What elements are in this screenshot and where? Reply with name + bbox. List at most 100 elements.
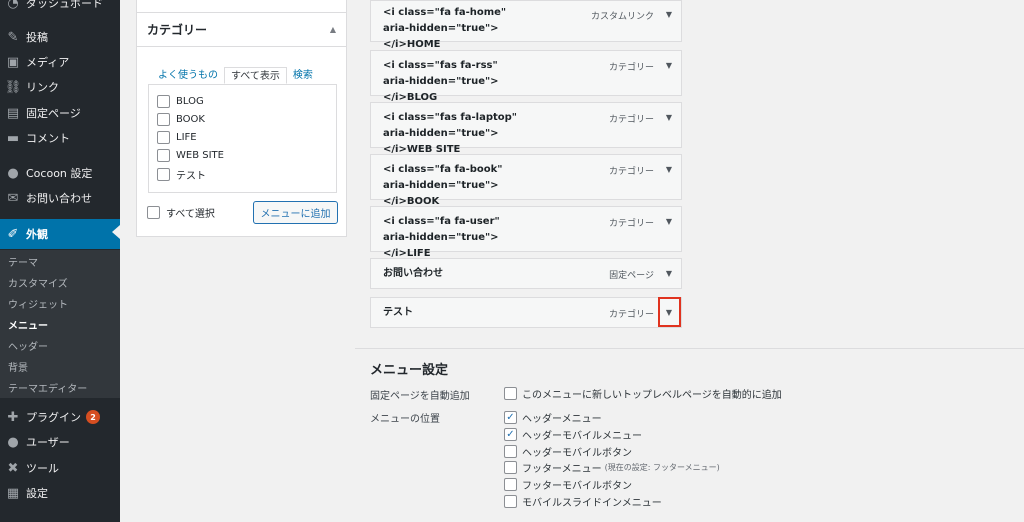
- location-option[interactable]: ヘッダーモバイルメニュー: [504, 427, 642, 442]
- checkbox[interactable]: [504, 411, 517, 424]
- category-tabs: よく使うもの すべて表示 検索: [152, 67, 319, 84]
- add-to-menu-button[interactable]: メニューに追加: [253, 201, 338, 224]
- auto-add-option[interactable]: このメニューに新しいトップレベルページを自動的に追加: [504, 386, 782, 401]
- checkbox[interactable]: [504, 478, 517, 491]
- menu-item[interactable]: <i class="fa fa-user" aria-hidden="true"…: [370, 206, 682, 259]
- menu-item-title: テスト: [383, 307, 413, 318]
- select-all-label: すべて選択: [166, 209, 215, 220]
- menu-item-type: カテゴリー: [608, 310, 654, 320]
- tab-view-all[interactable]: すべて表示: [224, 67, 287, 84]
- sidebar-item-cocoon[interactable]: ● Cocoon 設定: [0, 160, 120, 186]
- menu-settings-section: [355, 348, 1024, 522]
- admin-sidebar: ◔ ダッシュボード ✎ 投稿 ▣ メディア ⛓ リンク ▤ 固定ページ ▬ コメ…: [0, 0, 120, 522]
- panel-title: カテゴリー: [147, 23, 208, 37]
- checkbox[interactable]: [157, 149, 170, 162]
- expand-arrow-icon[interactable]: ▼: [666, 269, 672, 278]
- sidebar-item-dashboard[interactable]: ◔ ダッシュボード: [0, 0, 120, 16]
- sidebar-item-contact[interactable]: ✉ お問い合わせ: [0, 185, 120, 211]
- sidebar-item-label: コメント: [26, 132, 70, 145]
- expand-arrow-icon[interactable]: ▼: [666, 61, 672, 70]
- location-option[interactable]: ヘッダーメニュー: [504, 410, 602, 425]
- sidebar-item-tools[interactable]: ✖ ツール: [0, 455, 120, 481]
- submenu-item-background[interactable]: 背景: [8, 359, 28, 374]
- sidebar-item-label: 固定ページ: [26, 107, 81, 120]
- sidebar-item-posts[interactable]: ✎ 投稿: [0, 24, 120, 50]
- list-item[interactable]: WEB SITE: [157, 149, 224, 162]
- submenu-item-widgets[interactable]: ウィジェット: [8, 296, 68, 311]
- sidebar-item-label: Cocoon 設定: [26, 167, 93, 180]
- checkbox[interactable]: [504, 387, 517, 400]
- sidebar-item-plugins[interactable]: ✚ プラグイン 2: [0, 404, 120, 430]
- collapse-arrow-icon[interactable]: ▲: [330, 25, 336, 34]
- option-label: ヘッダーモバイルボタン: [522, 448, 632, 459]
- location-option[interactable]: ヘッダーモバイルボタン: [504, 444, 632, 459]
- category-label: LIFE: [176, 132, 197, 143]
- menu-item-title: <i class="fas fa-rss" aria-hidden="true"…: [383, 60, 499, 103]
- previous-panel-stub: [136, 0, 347, 12]
- checkbox[interactable]: [504, 495, 517, 508]
- option-label: モバイルスライドインメニュー: [522, 498, 662, 509]
- checkbox[interactable]: [157, 113, 170, 126]
- submenu-item-theme-editor[interactable]: テーマエディター: [8, 380, 87, 395]
- menu-item[interactable]: <i class="fa fa-home" aria-hidden="true"…: [370, 0, 682, 50]
- category-label: BOOK: [176, 114, 205, 125]
- expand-arrow-icon[interactable]: ▼: [666, 113, 672, 122]
- submenu-item-menus[interactable]: メニュー: [8, 317, 48, 332]
- menu-item-type: カテゴリー: [608, 115, 654, 125]
- brush-icon: ✐: [7, 226, 19, 242]
- checkbox[interactable]: [504, 428, 517, 441]
- select-all-checkbox[interactable]: [147, 206, 160, 219]
- tab-search[interactable]: 検索: [287, 67, 319, 84]
- sidebar-item-pages[interactable]: ▤ 固定ページ: [0, 100, 120, 126]
- submenu-item-themes[interactable]: テーマ: [8, 254, 38, 269]
- submenu-item-header[interactable]: ヘッダー: [8, 338, 48, 353]
- list-item[interactable]: BLOG: [157, 95, 204, 108]
- option-label: ヘッダーモバイルメニュー: [522, 431, 642, 442]
- expand-arrow-icon[interactable]: ▼: [666, 217, 672, 226]
- sidebar-item-appearance[interactable]: ✐ 外観: [0, 219, 120, 249]
- menu-item-title: <i class="fa fa-book" aria-hidden="true"…: [383, 164, 503, 207]
- sidebar-item-users[interactable]: ● ユーザー: [0, 429, 120, 455]
- sidebar-item-label: リンク: [26, 81, 59, 94]
- checkbox[interactable]: [504, 461, 517, 474]
- sidebar-item-media[interactable]: ▣ メディア: [0, 49, 120, 75]
- option-label: フッターモバイルボタン: [522, 481, 632, 492]
- menu-item[interactable]: <i class="fa fa-book" aria-hidden="true"…: [370, 154, 682, 207]
- sidebar-item-settings[interactable]: ▦ 設定: [0, 480, 120, 506]
- list-item[interactable]: LIFE: [157, 131, 197, 144]
- auto-add-label: 固定ページを自動追加: [370, 391, 470, 402]
- menu-item[interactable]: <i class="fas fa-rss" aria-hidden="true"…: [370, 50, 682, 103]
- tab-most-used[interactable]: よく使うもの: [152, 67, 224, 84]
- expand-arrow-icon[interactable]: ▼: [666, 10, 672, 19]
- checkbox[interactable]: [157, 95, 170, 108]
- link-icon: ⛓: [4, 79, 22, 95]
- submenu-item-customize[interactable]: カスタマイズ: [8, 275, 68, 290]
- wrench-icon: ✖: [7, 460, 19, 476]
- location-option[interactable]: モバイルスライドインメニュー: [504, 494, 662, 509]
- checkbox[interactable]: [504, 445, 517, 458]
- select-all[interactable]: すべて選択: [147, 205, 215, 220]
- list-item[interactable]: テスト: [157, 167, 206, 182]
- menu-item[interactable]: テスト カテゴリー ▼: [370, 297, 682, 328]
- sidebar-item-label: ユーザー: [26, 436, 70, 449]
- sidebar-item-links[interactable]: ⛓ リンク: [0, 74, 120, 100]
- current-setting-note: (現在の設定: フッターメニュー): [604, 463, 720, 472]
- list-item[interactable]: BOOK: [157, 113, 205, 126]
- circle-icon: ●: [7, 165, 19, 181]
- menu-item-type: カテゴリー: [608, 167, 654, 177]
- sidebar-item-comments[interactable]: ▬ コメント: [0, 125, 120, 151]
- location-option[interactable]: フッターメニュー (現在の設定: フッターメニュー): [504, 460, 720, 475]
- category-label: テスト: [176, 171, 206, 182]
- expand-arrow-icon[interactable]: ▼: [666, 165, 672, 174]
- sidebar-item-label: ダッシュボード: [26, 0, 103, 10]
- category-panel-header[interactable]: カテゴリー ▲: [137, 13, 346, 47]
- location-option[interactable]: フッターモバイルボタン: [504, 477, 632, 492]
- checkbox[interactable]: [157, 131, 170, 144]
- menu-item-title: お問い合わせ: [383, 268, 443, 279]
- sidebar-item-label: メディア: [26, 56, 70, 69]
- menu-item[interactable]: お問い合わせ 固定ページ ▼: [370, 258, 682, 289]
- category-checklist: BLOG BOOK LIFE WEB SITE テスト: [148, 84, 337, 193]
- menu-item[interactable]: <i class="fas fa-laptop" aria-hidden="tr…: [370, 102, 682, 155]
- checkbox[interactable]: [157, 168, 170, 181]
- menu-item-title: <i class="fas fa-laptop" aria-hidden="tr…: [383, 112, 518, 155]
